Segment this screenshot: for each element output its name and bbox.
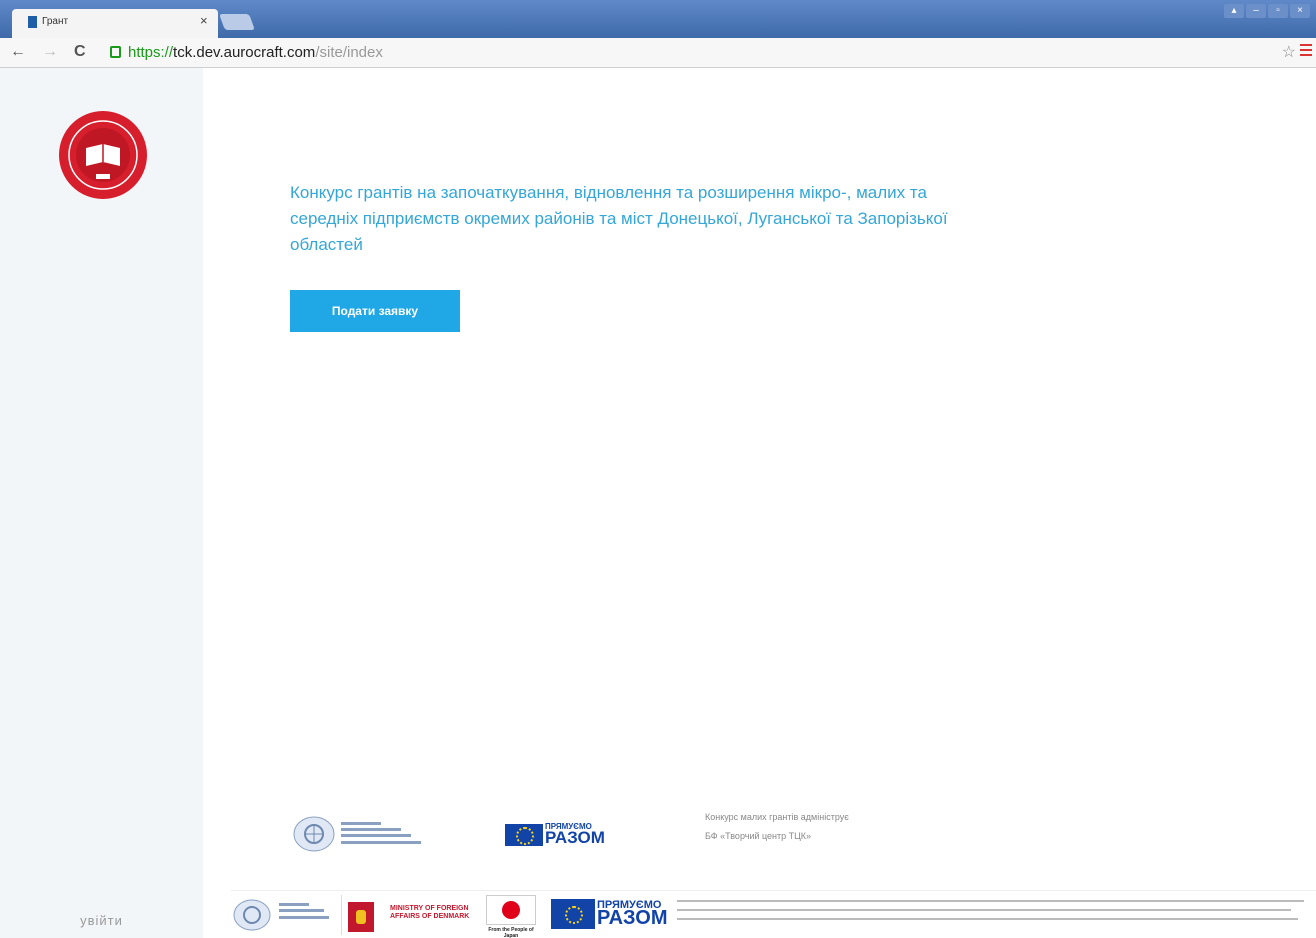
browser-tab[interactable]: Грант ×: [12, 9, 218, 38]
denmark-seal-icon: [348, 902, 374, 932]
user-icon[interactable]: ▴: [1224, 4, 1244, 18]
un-emblem-icon: [293, 816, 335, 852]
minimize-icon[interactable]: –: [1246, 4, 1266, 18]
mfa-logo-text: MINISTRY OF FOREIGN AFFAIRS OF DENMARK: [390, 905, 470, 920]
eu-logo-big-text: РАЗОМ: [545, 828, 605, 847]
reload-icon[interactable]: C: [74, 43, 86, 61]
undp-text-block: [279, 903, 329, 922]
japan-logo: From the People of Japan: [486, 895, 536, 938]
organization-logo[interactable]: [58, 110, 148, 200]
undp-logo-small: [231, 897, 331, 933]
eu-together-logo: ПРЯМУЄМО РАЗОМ: [505, 822, 615, 847]
bookmark-star-icon[interactable]: ☆: [1282, 42, 1296, 62]
new-tab-button[interactable]: [219, 14, 255, 30]
window-controls: ▴ – ▫ ×: [1224, 4, 1310, 20]
url-scheme: https://: [128, 44, 174, 61]
eu-logo-big-text: РАЗОМ: [597, 907, 668, 929]
footer-description: Конкурс малих грантів адмініструє БФ «Тв…: [705, 812, 849, 841]
maximize-icon[interactable]: ▫: [1268, 4, 1288, 18]
apply-button[interactable]: Подати заявку: [290, 290, 460, 332]
lock-icon: [110, 46, 121, 58]
tab-title: Грант: [42, 16, 69, 27]
close-window-icon[interactable]: ×: [1290, 4, 1310, 18]
url-text[interactable]: https://tck.dev.aurocraft.com/site/index: [128, 44, 383, 61]
browser-toolbar: ← → C https://tck.dev.aurocraft.com/site…: [0, 38, 1316, 68]
main-content: Конкурс грантів на започаткування, відно…: [203, 68, 1316, 938]
tab-close-icon[interactable]: ×: [200, 13, 208, 28]
back-arrow-icon[interactable]: ←: [10, 43, 26, 61]
footer-divider: [341, 895, 342, 935]
footer-partners: ПРЯМУЄМО РАЗОМ Конкурс малих грантів адм…: [293, 808, 1293, 868]
browser-titlebar: Грант × ▴ – ▫ ×: [0, 0, 1316, 38]
login-link[interactable]: увійти: [0, 913, 203, 928]
un-emblem-icon: [233, 899, 271, 931]
forward-arrow-icon[interactable]: →: [42, 43, 58, 61]
footer-fine-print: [677, 897, 1316, 920]
page-headline: Конкурс грантів на започаткування, відно…: [290, 183, 948, 254]
undp-text-block: [341, 822, 421, 847]
address-bar[interactable]: https://tck.dev.aurocraft.com/site/index: [102, 41, 1272, 65]
favicon-icon: [28, 16, 37, 28]
japan-logo-text: From the People of Japan: [488, 927, 534, 938]
menu-icon[interactable]: [1300, 44, 1312, 56]
sidebar: увійти: [0, 68, 203, 938]
eu-together-logo-large: ПРЯМУЄМО РАЗОМ: [551, 899, 671, 929]
japan-flag-icon: [486, 895, 536, 925]
eu-flag-icon: [551, 899, 595, 929]
eu-flag-icon: [505, 824, 543, 846]
footer-sponsors: MINISTRY OF FOREIGN AFFAIRS OF DENMARK F…: [231, 890, 1316, 938]
denmark-mfa-logo: MINISTRY OF FOREIGN AFFAIRS OF DENMARK: [348, 899, 488, 935]
undp-logo: [293, 816, 423, 852]
url-host: tck.dev.aurocraft.com: [173, 44, 316, 61]
url-path: /site/index: [315, 44, 383, 61]
